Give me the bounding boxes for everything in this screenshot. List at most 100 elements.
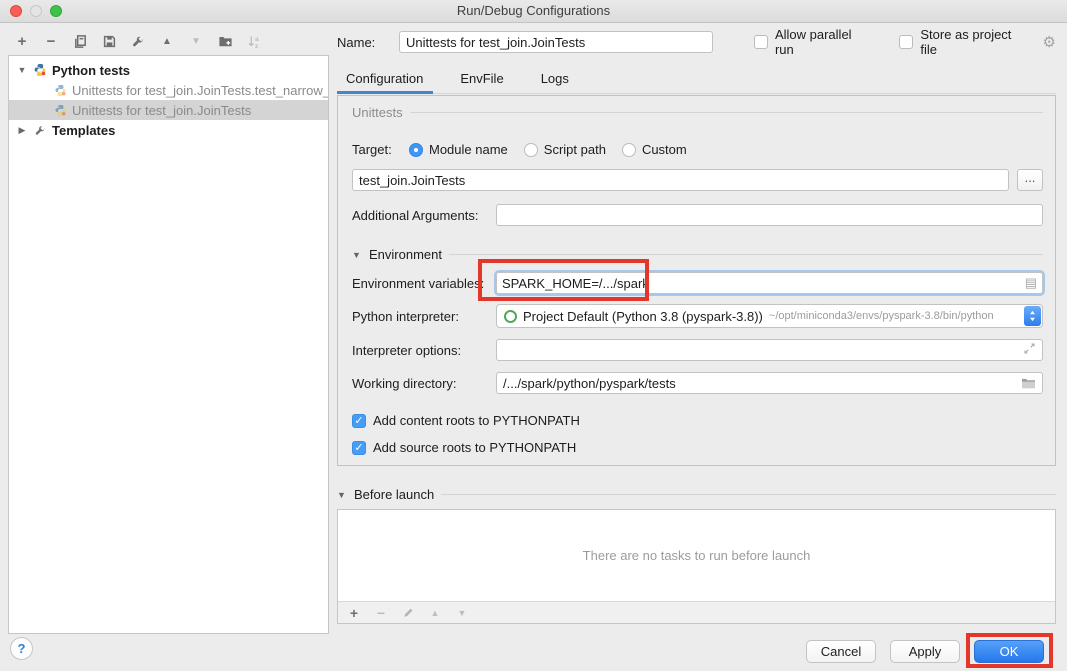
environment-variables-label: Environment variables: (352, 276, 496, 291)
collapse-icon[interactable]: ▼ (352, 250, 362, 260)
section-divider (449, 254, 1043, 255)
move-task-up-icon: ▲ (428, 606, 442, 620)
working-directory-row: Working directory: /.../spark/python/pys… (352, 372, 1043, 394)
expand-icon[interactable]: ▶ (16, 125, 28, 136)
allow-parallel-run-checkbox[interactable]: Allow parallel run (754, 27, 872, 57)
save-configuration-icon[interactable] (100, 32, 118, 50)
add-task-icon[interactable]: + (347, 606, 361, 620)
module-name-row: ... (352, 169, 1043, 191)
remove-task-icon: − (374, 606, 388, 620)
section-divider (410, 112, 1043, 113)
interpreter-value: Project Default (Python 3.8 (pyspark-3.8… (523, 309, 763, 324)
allow-parallel-run-label: Allow parallel run (775, 27, 872, 57)
edit-task-icon (401, 606, 415, 620)
radio-label: Custom (642, 142, 687, 157)
environment-section-header[interactable]: ▼ Environment (352, 247, 1043, 262)
edit-templates-icon[interactable] (129, 32, 147, 50)
working-directory-value: /.../spark/python/pyspark/tests (503, 376, 676, 391)
radio-script-path[interactable]: Script path (524, 142, 606, 157)
store-as-project-file-label: Store as project file (920, 27, 1029, 57)
unittests-section-header: Unittests (352, 96, 1043, 120)
store-as-project-file-checkbox[interactable]: Store as project file ⚙ (899, 27, 1056, 57)
name-row: Name: Allow parallel run Store as projec… (337, 30, 1056, 54)
add-content-roots-checkbox[interactable]: ✓ Add content roots to PYTHONPATH (352, 413, 1043, 428)
before-launch-toolbar: + − ▲ ▼ (338, 601, 1055, 623)
ok-button[interactable]: OK (974, 640, 1044, 663)
interpreter-options-input[interactable] (496, 339, 1043, 361)
sort-configurations-icon: az (245, 32, 263, 50)
environment-section-title: Environment (369, 247, 442, 262)
name-input[interactable] (399, 31, 713, 53)
checkbox-checked-icon[interactable]: ✓ (352, 414, 366, 428)
environment-variables-row: Environment variables: SPARK_HOME=/.../s… (352, 272, 1043, 294)
new-folder-icon[interactable] (216, 32, 234, 50)
radio-icon[interactable] (622, 143, 636, 157)
additional-arguments-input[interactable] (496, 204, 1043, 226)
unittests-settings-panel: Unittests Target: Module name Script pat… (337, 95, 1056, 466)
module-name-input[interactable] (352, 169, 1009, 191)
tab-logs[interactable]: Logs (541, 71, 569, 93)
add-source-roots-checkbox[interactable]: ✓ Add source roots to PYTHONPATH (352, 440, 1043, 455)
section-divider (441, 494, 1056, 495)
python-config-icon (53, 103, 67, 117)
checkbox-checked-icon[interactable]: ✓ (352, 441, 366, 455)
tab-configuration[interactable]: Configuration (346, 71, 423, 93)
target-row: Target: Module name Script path Custom (352, 142, 1043, 157)
before-launch-title: Before launch (354, 487, 434, 502)
configurations-tree: ▼ Python tests Unittests for test_join.J… (8, 55, 329, 634)
tree-item-python-tests[interactable]: ▼ Python tests (9, 60, 328, 80)
radio-module-name[interactable]: Module name (409, 142, 508, 157)
tree-item-unittest-narrow[interactable]: Unittests for test_join.JoinTests.test_n… (9, 80, 328, 100)
edit-variables-icon[interactable]: ▤ (1025, 275, 1037, 291)
python-interpreter-select[interactable]: Project Default (Python 3.8 (pyspark-3.8… (496, 304, 1043, 328)
window-controls (10, 5, 62, 17)
interpreter-options-row: Interpreter options: (352, 339, 1043, 361)
radio-icon[interactable] (409, 143, 423, 157)
tab-envfile[interactable]: EnvFile (460, 71, 503, 93)
close-window-button[interactable] (10, 5, 22, 17)
tree-item-unittest-jointests[interactable]: Unittests for test_join.JoinTests (9, 100, 328, 120)
configuration-editor: Name: Allow parallel run Store as projec… (337, 30, 1056, 624)
checkbox-icon[interactable] (754, 35, 768, 49)
expand-field-icon[interactable] (1023, 342, 1037, 356)
unittests-section-title: Unittests (352, 105, 403, 120)
radio-icon[interactable] (524, 143, 538, 157)
python-interpreter-row: Python interpreter: Project Default (Pyt… (352, 304, 1043, 328)
remove-configuration-icon[interactable]: − (42, 32, 60, 50)
apply-button[interactable]: Apply (890, 640, 960, 663)
tree-item-templates[interactable]: ▶ Templates (9, 120, 328, 140)
browse-module-button[interactable]: ... (1017, 169, 1043, 191)
zoom-window-button[interactable] (50, 5, 62, 17)
before-launch-panel: There are no tasks to run before launch … (337, 509, 1056, 624)
python-interpreter-label: Python interpreter: (352, 309, 496, 324)
additional-arguments-label: Additional Arguments: (352, 208, 496, 223)
collapse-icon[interactable]: ▼ (337, 490, 347, 500)
environment-variables-input[interactable]: SPARK_HOME=/.../spark ▤ (496, 272, 1043, 294)
radio-custom[interactable]: Custom (622, 142, 687, 157)
environment-variables-value: SPARK_HOME=/.../spark (502, 276, 649, 291)
gear-icon[interactable]: ⚙ (1043, 33, 1056, 51)
before-launch-header[interactable]: ▼ Before launch (337, 487, 1056, 502)
checkbox-icon[interactable] (899, 35, 913, 49)
move-up-icon[interactable]: ▲ (158, 32, 176, 50)
radio-label: Module name (429, 142, 508, 157)
cancel-button[interactable]: Cancel (806, 640, 876, 663)
configurations-toolbar: + − ▲ ▼ az (13, 30, 263, 52)
dropdown-stepper-icon[interactable] (1024, 306, 1041, 326)
svg-text:z: z (254, 43, 258, 49)
copy-configuration-icon[interactable] (71, 32, 89, 50)
help-button[interactable]: ? (10, 637, 33, 660)
add-configuration-icon[interactable]: + (13, 32, 31, 50)
additional-arguments-row: Additional Arguments: (352, 204, 1043, 226)
folder-icon[interactable] (1021, 377, 1036, 390)
minimize-window-button (30, 5, 42, 17)
before-launch-empty-text: There are no tasks to run before launch (338, 510, 1055, 601)
interpreter-options-label: Interpreter options: (352, 343, 496, 358)
tree-item-label: Templates (52, 123, 115, 138)
configuration-tabs: Configuration EnvFile Logs (337, 67, 1056, 94)
tree-item-label: Python tests (52, 63, 130, 78)
collapse-icon[interactable]: ▼ (16, 65, 28, 75)
tree-item-label: Unittests for test_join.JoinTests.test_n… (72, 83, 329, 98)
title-bar: Run/Debug Configurations (0, 0, 1067, 23)
working-directory-input[interactable]: /.../spark/python/pyspark/tests (496, 372, 1043, 394)
